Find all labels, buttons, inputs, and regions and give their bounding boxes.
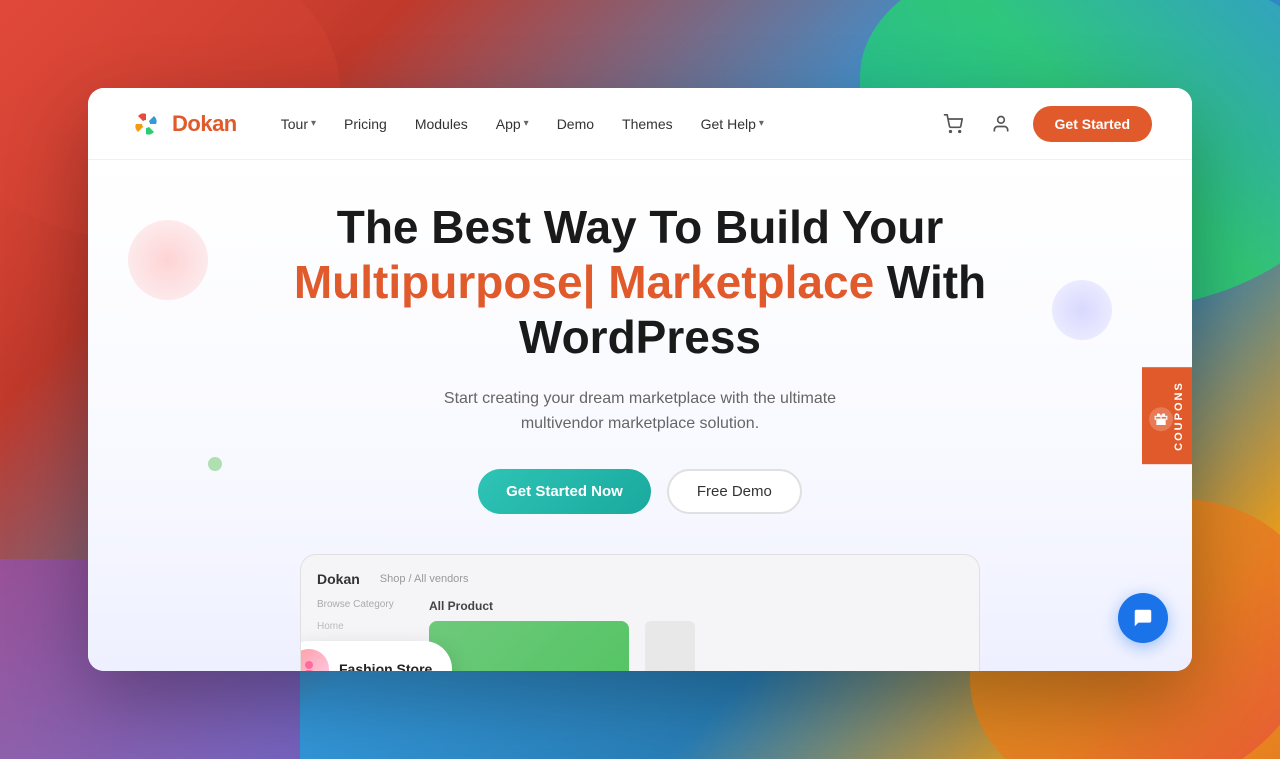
dashboard-product-icon (645, 621, 695, 671)
get-started-nav-button[interactable]: Get Started (1033, 106, 1152, 142)
logo-icon (128, 106, 164, 142)
sidebar-home-item: Home (317, 618, 417, 635)
user-icon[interactable] (985, 108, 1017, 140)
logo-text: Dokan (172, 111, 237, 137)
dashboard-green-box (429, 621, 629, 671)
nav-demo[interactable]: Demo (545, 108, 606, 140)
tour-arrow-icon: ▾ (311, 118, 316, 129)
hero-subtitle: Start creating your dream marketplace wi… (444, 386, 836, 437)
browser-window: Dokan Tour ▾ Pricing Modules App ▾ Demo … (88, 88, 1192, 671)
nav-pricing[interactable]: Pricing (332, 108, 399, 140)
hero-title-line2: Multipurpose| Marketplace With WordPress (240, 255, 1040, 365)
nav-actions: Get Started (937, 106, 1152, 142)
hero-title: The Best Way To Build Your Multipurpose|… (240, 200, 1040, 366)
get-started-now-button[interactable]: Get Started Now (478, 469, 651, 514)
sidebar-browse-label: Browse Category (317, 599, 417, 610)
nav-tour[interactable]: Tour ▾ (269, 108, 328, 140)
navbar: Dokan Tour ▾ Pricing Modules App ▾ Demo … (88, 88, 1192, 160)
hero-buttons: Get Started Now Free Demo (478, 469, 802, 514)
hero-title-colored: Multipurpose| Marketplace (294, 256, 874, 308)
dashboard-logo: Dokan (317, 571, 360, 587)
hero-section: The Best Way To Build Your Multipurpose|… (88, 160, 1192, 671)
nav-links: Tour ▾ Pricing Modules App ▾ Demo Themes… (269, 108, 929, 140)
all-product-title: All Product (429, 599, 963, 613)
dashboard-tabs: Shop / All vendors (380, 573, 469, 585)
dashboard-tab1: Shop / All vendors (380, 573, 469, 585)
chat-button[interactable] (1118, 593, 1168, 643)
nav-get-help[interactable]: Get Help ▾ (689, 108, 776, 140)
coupons-label: COUPONS (1173, 381, 1185, 451)
fashion-store-popup: Fashion Store (300, 641, 452, 671)
hero-blob-right (1052, 280, 1112, 340)
fashion-store-label: Fashion Store (339, 661, 432, 671)
free-demo-button[interactable]: Free Demo (667, 469, 802, 514)
hero-title-line1: The Best Way To Build Your (240, 200, 1040, 255)
help-arrow-icon: ▾ (759, 118, 764, 129)
dashboard-main: All Product (429, 599, 963, 671)
hero-blob-left (128, 220, 208, 300)
coupons-icon (1149, 408, 1173, 432)
cart-icon[interactable] (937, 108, 969, 140)
hero-dot-left (208, 457, 222, 471)
logo-area[interactable]: Dokan (128, 106, 237, 142)
fashion-avatar (300, 649, 329, 671)
coupons-tab[interactable]: COUPONS (1142, 367, 1192, 465)
dashboard-preview: Dokan Shop / All vendors Browse Category… (300, 554, 980, 671)
app-arrow-icon: ▾ (524, 118, 529, 129)
nav-themes[interactable]: Themes (610, 108, 685, 140)
nav-app[interactable]: App ▾ (484, 108, 541, 140)
nav-modules[interactable]: Modules (403, 108, 480, 140)
